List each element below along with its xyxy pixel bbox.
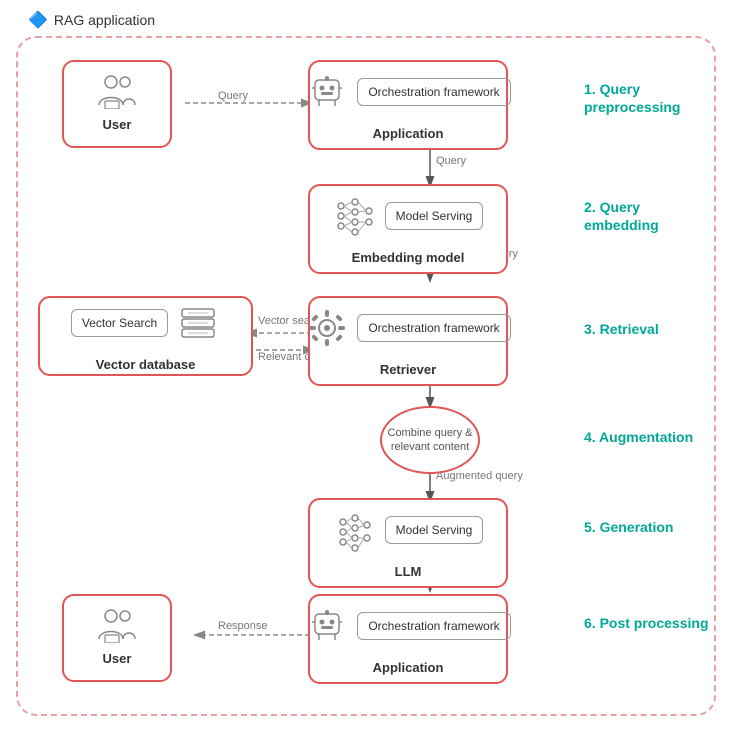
query1-label: Query xyxy=(218,90,248,102)
vector-db-label: Vector database xyxy=(88,353,204,380)
combine-node: Combine query & relevant content xyxy=(380,406,480,474)
retriever-node: Orchestration framework Retriever xyxy=(308,296,508,386)
app-top-inner: Orchestration framework xyxy=(291,62,524,122)
app-bottom-sub: Orchestration framework xyxy=(357,612,510,640)
augmented-label: Augmented query xyxy=(436,470,523,482)
step3-label: 3. Retrieval xyxy=(584,320,714,338)
app-top-icon xyxy=(305,70,349,114)
diagram-container: 🔷 RAG application xyxy=(0,0,736,731)
embedding-icon xyxy=(333,194,377,238)
step2-label: 2. Query embedding xyxy=(584,198,714,234)
llm-node: Model Serving LLM xyxy=(308,498,508,588)
query2-label: Query xyxy=(436,155,466,167)
llm-label: LLM xyxy=(387,560,430,587)
app-bottom-inner: Orchestration framework xyxy=(291,596,524,656)
llm-sub: Model Serving xyxy=(385,516,484,544)
user-bottom-icon xyxy=(95,603,139,647)
user-bottom-label: User xyxy=(95,647,140,674)
combine-label: Combine query & relevant content xyxy=(382,426,478,455)
app-bottom-icon xyxy=(305,604,349,648)
step1-label: 1. Query preprocessing xyxy=(584,80,714,116)
retriever-icon xyxy=(305,306,349,350)
user-bottom-node: User xyxy=(62,594,172,682)
response2-label: Response xyxy=(218,620,268,632)
app-bottom-label: Application xyxy=(365,656,452,683)
app-top-node: Orchestration framework Application xyxy=(308,60,508,150)
vector-db-node: Vector Search Vector database xyxy=(38,296,253,376)
embedding-node: Model Serving Embedding model xyxy=(308,184,508,274)
llm-icon xyxy=(333,508,377,552)
user-top-node: User xyxy=(62,60,172,148)
retriever-label: Retriever xyxy=(372,358,444,385)
rag-icon: 🔷 xyxy=(28,10,48,30)
user-top-icon xyxy=(95,69,139,113)
llm-inner: Model Serving xyxy=(319,500,498,560)
retriever-sub: Orchestration framework xyxy=(357,314,510,342)
rag-title: RAG application xyxy=(54,12,155,28)
embedding-sub: Model Serving xyxy=(385,202,484,230)
rag-label: 🔷 RAG application xyxy=(28,10,155,30)
vector-db-icon xyxy=(176,301,220,345)
embedding-inner: Model Serving xyxy=(319,186,498,246)
vector-search-sub: Vector Search xyxy=(71,309,168,337)
step6-label: 6. Post processing xyxy=(584,614,714,632)
retriever-inner: Orchestration framework xyxy=(291,298,524,358)
app-bottom-node: Orchestration framework Application xyxy=(308,594,508,684)
vector-db-inner: Vector Search xyxy=(57,293,234,353)
user-top-label: User xyxy=(95,113,140,140)
step4-label: 4. Augmentation xyxy=(584,428,714,446)
step5-label: 5. Generation xyxy=(584,518,714,536)
app-top-label: Application xyxy=(365,122,452,149)
app-top-sub: Orchestration framework xyxy=(357,78,510,106)
embedding-label: Embedding model xyxy=(344,246,473,273)
